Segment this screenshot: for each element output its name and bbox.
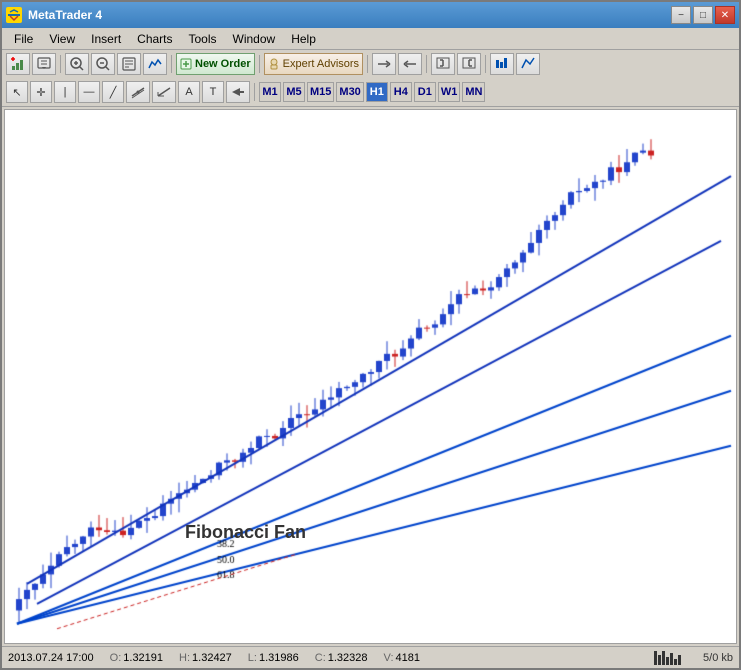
tf-m30[interactable]: M30 bbox=[336, 82, 363, 102]
period-sep-btn[interactable] bbox=[490, 53, 514, 75]
tf-h1[interactable]: H1 bbox=[366, 82, 388, 102]
gann-tool[interactable] bbox=[152, 81, 176, 103]
menu-help[interactable]: Help bbox=[283, 30, 324, 48]
tf-mn[interactable]: MN bbox=[462, 82, 485, 102]
chart-label: Fibonacci Fan bbox=[185, 522, 306, 543]
vertical-line-tool[interactable]: | bbox=[54, 81, 76, 103]
tf-m5[interactable]: M5 bbox=[283, 82, 305, 102]
status-bars-graph bbox=[654, 651, 681, 665]
properties-btn[interactable] bbox=[117, 53, 141, 75]
status-high: H: 1.32427 bbox=[179, 652, 232, 664]
window-controls: − □ ✕ bbox=[671, 6, 735, 24]
status-bar: 2013.07.24 17:00 O: 1.32191 H: 1.32427 L… bbox=[2, 646, 739, 668]
tf-w1[interactable]: W1 bbox=[438, 82, 461, 102]
period-sep2-btn[interactable] bbox=[516, 53, 540, 75]
toolbar-area: New Order Expert Advisors bbox=[2, 50, 739, 107]
sep1 bbox=[60, 55, 61, 73]
app-icon bbox=[6, 7, 22, 23]
label-tool[interactable]: T bbox=[202, 81, 224, 103]
horizontal-line-tool[interactable]: — bbox=[78, 81, 100, 103]
sep2 bbox=[171, 55, 172, 73]
zoom-chart-in-btn[interactable] bbox=[431, 53, 455, 75]
new-order-button[interactable]: New Order bbox=[176, 53, 255, 75]
toolbar-row-1: New Order Expert Advisors bbox=[2, 50, 739, 78]
sep5 bbox=[426, 55, 427, 73]
main-window: MetaTrader 4 − □ ✕ File View Insert Char… bbox=[0, 0, 741, 670]
autoscroll-btn[interactable] bbox=[398, 53, 422, 75]
arrow-tool[interactable] bbox=[226, 81, 250, 103]
toolbar-row-2: ↖ ✛ | — ╱ A T bbox=[2, 78, 739, 106]
tf-m1[interactable]: M1 bbox=[259, 82, 281, 102]
title-bar: MetaTrader 4 − □ ✕ bbox=[2, 2, 739, 28]
minimize-button[interactable]: − bbox=[671, 6, 691, 24]
menu-window[interactable]: Window bbox=[225, 30, 284, 48]
menu-file[interactable]: File bbox=[6, 30, 41, 48]
indicators-btn[interactable] bbox=[143, 53, 167, 75]
menu-charts[interactable]: Charts bbox=[129, 30, 180, 48]
chart-area[interactable]: Fibonacci Fan bbox=[4, 109, 737, 644]
text-tool[interactable]: A bbox=[178, 81, 200, 103]
close-button[interactable]: ✕ bbox=[715, 6, 735, 24]
tf-h4[interactable]: H4 bbox=[390, 82, 412, 102]
zoom-chart-out-btn[interactable] bbox=[457, 53, 481, 75]
cursor-tool[interactable]: ↖ bbox=[6, 81, 28, 103]
status-low: L: 1.31986 bbox=[248, 652, 299, 664]
status-open: O: 1.32191 bbox=[110, 652, 163, 664]
profiles-btn[interactable] bbox=[32, 53, 56, 75]
crosshair-tool[interactable]: ✛ bbox=[30, 81, 52, 103]
window-title: MetaTrader 4 bbox=[28, 8, 671, 22]
menu-insert[interactable]: Insert bbox=[83, 30, 129, 48]
channels-tool[interactable] bbox=[126, 81, 150, 103]
chart-shift-btn[interactable] bbox=[372, 53, 396, 75]
menu-bar: File View Insert Charts Tools Window Hel… bbox=[2, 28, 739, 50]
zoom-out-btn[interactable] bbox=[91, 53, 115, 75]
menu-view[interactable]: View bbox=[41, 30, 83, 48]
menu-tools[interactable]: Tools bbox=[181, 30, 225, 48]
price-chart bbox=[5, 110, 736, 643]
sep6 bbox=[485, 55, 486, 73]
status-datetime: 2013.07.24 17:00 bbox=[8, 652, 94, 664]
trend-line-tool[interactable]: ╱ bbox=[102, 81, 124, 103]
tf-d1[interactable]: D1 bbox=[414, 82, 436, 102]
tf-m15[interactable]: M15 bbox=[307, 82, 334, 102]
new-chart-btn[interactable] bbox=[6, 53, 30, 75]
expert-advisors-button[interactable]: Expert Advisors bbox=[264, 53, 363, 75]
sep3 bbox=[259, 55, 260, 73]
zoom-in-btn[interactable] bbox=[65, 53, 89, 75]
status-size: 5/0 kb bbox=[703, 652, 733, 664]
sep7 bbox=[254, 83, 255, 101]
restore-button[interactable]: □ bbox=[693, 6, 713, 24]
status-close: C: 1.32328 bbox=[315, 652, 368, 664]
sep4 bbox=[367, 55, 368, 73]
status-volume: V: 4181 bbox=[384, 652, 420, 664]
